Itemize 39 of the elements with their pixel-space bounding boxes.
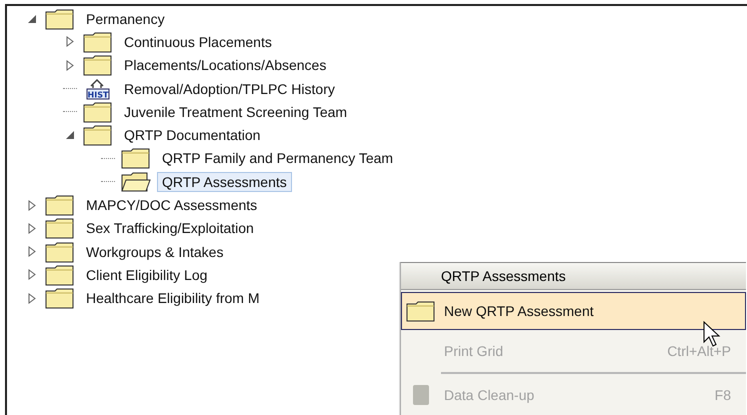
folder-icon xyxy=(83,100,113,123)
tree-item[interactable]: Sex Trafficking/Exploitation xyxy=(81,218,259,238)
tree-item[interactable]: QRTP Documentation xyxy=(119,125,266,146)
folder-icon xyxy=(45,217,75,240)
expand-triangle-icon[interactable] xyxy=(28,292,36,304)
menu-item[interactable]: New QRTP Assessment xyxy=(401,292,746,330)
folder-icon xyxy=(121,147,151,170)
folder-icon xyxy=(45,194,75,216)
tree-item[interactable]: Placements/Locations/Absences xyxy=(119,55,332,76)
folder-icon xyxy=(45,264,75,286)
mouse-cursor-icon xyxy=(703,321,721,347)
menu-title: QRTP Assessments xyxy=(401,263,746,290)
collapse-triangle-icon[interactable] xyxy=(27,14,37,24)
expand-triangle-icon[interactable] xyxy=(28,200,36,211)
tree-item[interactable]: Healthcare Eligibility from M xyxy=(81,288,264,308)
tree-item[interactable]: QRTP Assessments xyxy=(157,172,292,192)
folder-icon xyxy=(83,30,113,53)
tree-item[interactable]: Juvenile Treatment Screening Team xyxy=(119,102,352,122)
folder-icon xyxy=(45,8,75,30)
folder-icon xyxy=(45,240,75,263)
tree-item[interactable]: Workgroups & Intakes xyxy=(81,242,228,262)
folder-icon xyxy=(406,300,436,322)
square-icon xyxy=(413,385,429,405)
expand-triangle-icon[interactable] xyxy=(66,36,74,48)
tree-item[interactable]: Permanency xyxy=(81,8,170,29)
tree-item[interactable]: Continuous Placements xyxy=(119,32,277,52)
open-folder-icon xyxy=(121,170,151,193)
tree-item[interactable]: QRTP Family and Permanency Team xyxy=(157,148,398,168)
expand-triangle-icon[interactable] xyxy=(28,269,36,280)
tree-item[interactable]: MAPCY/DOC Assessments xyxy=(81,195,262,216)
tree-item[interactable]: Removal/Adoption/TPLPC History xyxy=(119,78,340,99)
expand-triangle-icon[interactable] xyxy=(66,60,74,71)
collapse-triangle-icon[interactable] xyxy=(65,130,75,140)
folder-icon xyxy=(83,54,113,76)
expand-triangle-icon[interactable] xyxy=(28,222,36,234)
folder-icon xyxy=(83,124,113,146)
expand-triangle-icon[interactable] xyxy=(28,246,36,258)
tree-item[interactable]: Client Eligibility Log xyxy=(81,264,212,285)
folder-icon xyxy=(45,287,75,310)
